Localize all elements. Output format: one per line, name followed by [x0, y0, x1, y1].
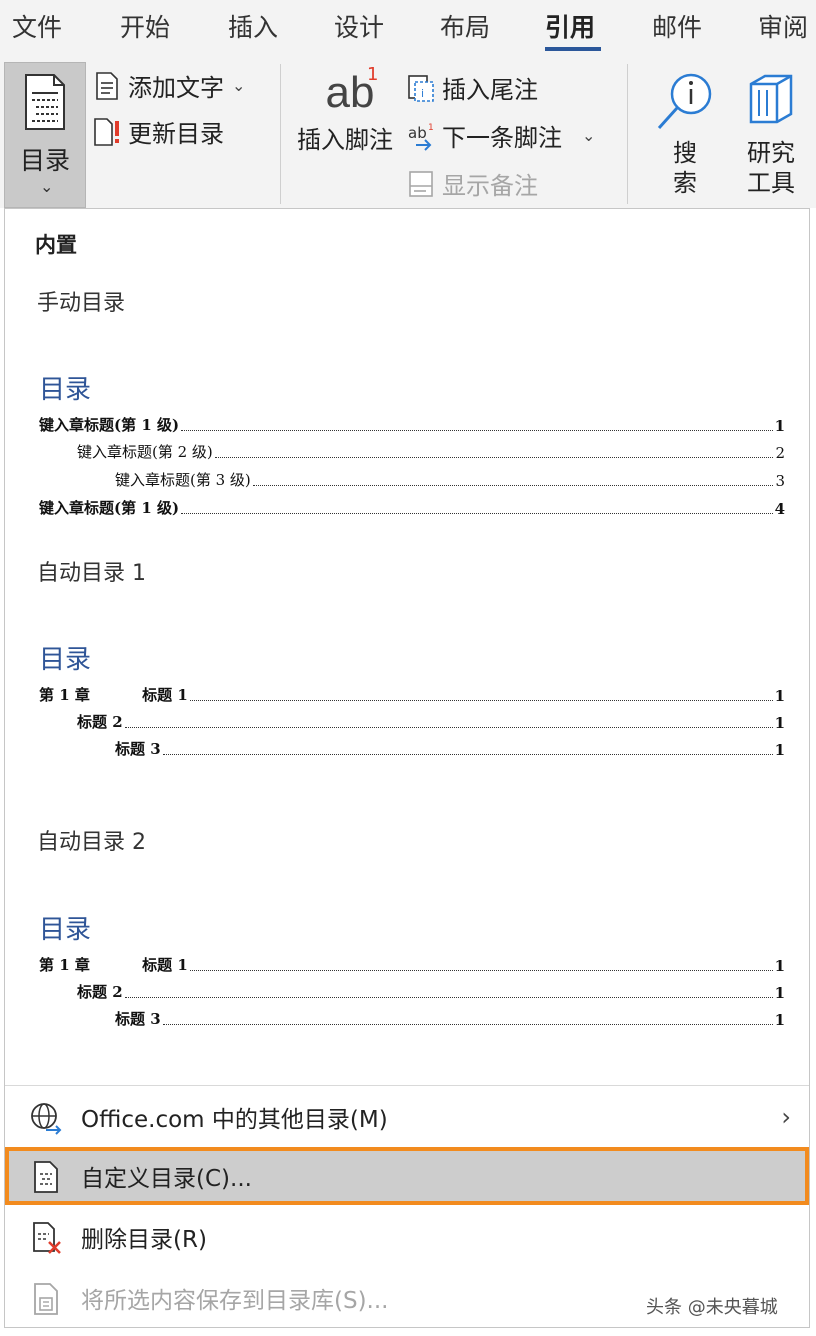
tab-mailings[interactable]: 邮件: [652, 8, 702, 44]
endnote-icon: i: [406, 73, 436, 103]
tab-references[interactable]: 引用: [545, 8, 595, 44]
ribbon: 目录 ⌄ 添加文字 ⌄ 更新目录 ab 1 插入脚注 i 插入尾注 ab 1 下…: [0, 56, 816, 208]
chevron-right-icon: ›: [781, 1103, 791, 1131]
remove-toc-menu-item[interactable]: 删除目录(R): [5, 1208, 809, 1266]
tab-home[interactable]: 开始: [120, 8, 170, 44]
toc-preview-heading: 目录: [39, 645, 92, 675]
toc-preview-line: 键入章标题(第 3 级) 3: [115, 471, 785, 490]
toc-preview-heading: 目录: [39, 375, 92, 405]
add-text-icon: [92, 71, 122, 101]
search-icon: [650, 70, 720, 138]
gallery-title-auto-1: 自动目录 1: [37, 561, 146, 586]
tab-review[interactable]: 审阅: [758, 8, 808, 44]
next-footnote-label: 下一条脚注: [442, 124, 562, 152]
insert-footnote-button[interactable]: ab 1 插入脚注: [297, 64, 400, 155]
tab-file[interactable]: 文件: [12, 8, 62, 44]
footnote-superscript: 1: [367, 64, 379, 85]
toc-dropdown-panel: 内置 手动目录 目录 键入章标题(第 1 级) 1 键入章标题(第 2 级) 2 键…: [4, 208, 810, 1328]
svg-text:i: i: [421, 87, 424, 100]
search-label-bottom: 索: [673, 169, 697, 197]
update-toc-icon: [92, 117, 122, 147]
add-text-button[interactable]: 添加文字 ⌄: [92, 68, 245, 103]
update-toc-label: 更新目录: [128, 120, 224, 148]
ribbon-tab-bar: 文件 开始 插入 设计 布局 引用 邮件 审阅: [0, 0, 816, 56]
toc-preview-line: 标题 21: [77, 983, 785, 1002]
toc-preview-line: 标题 31: [115, 1010, 785, 1029]
insert-endnote-button[interactable]: i 插入尾注: [406, 70, 538, 105]
books-icon: [740, 70, 802, 138]
active-tab-indicator: [545, 47, 601, 51]
ribbon-group-separator: [627, 64, 628, 204]
toc-preview-line: 键入章标题(第 1 级) 1: [39, 416, 785, 435]
toc-preview-line: 键入章标题(第 2 级) 2: [77, 443, 785, 462]
svg-text:ab: ab: [408, 124, 427, 142]
toc-preview-line: 第 1 章 标题 11: [39, 686, 785, 705]
remove-toc-label: 删除目录(R): [81, 1227, 207, 1253]
research-label-top: 研究: [747, 139, 795, 167]
chevron-down-icon: ⌄: [232, 76, 246, 95]
custom-toc-label: 自定义目录(C)...: [81, 1166, 252, 1192]
insert-endnote-label: 插入尾注: [442, 76, 538, 104]
watermark: 头条 @未央暮城: [646, 1297, 778, 1318]
researcher-button[interactable]: 研究 工具: [740, 70, 802, 198]
save-selection-label: 将所选内容保存到目录库(S)...: [81, 1288, 389, 1314]
toc-preview-heading: 目录: [39, 915, 92, 945]
toc-preview-line: 键入章标题(第 1 级) 4: [39, 499, 785, 518]
save-to-gallery-icon: [29, 1282, 63, 1316]
search-button[interactable]: 搜 索: [650, 70, 720, 198]
show-notes-icon: [406, 169, 436, 199]
add-text-label: 添加文字: [128, 74, 224, 102]
tab-insert[interactable]: 插入: [228, 8, 278, 44]
tab-design[interactable]: 设计: [334, 8, 384, 44]
tab-layout[interactable]: 布局: [440, 8, 490, 44]
custom-toc-icon: [29, 1160, 63, 1194]
show-notes-label: 显示备注: [442, 172, 538, 200]
toc-button-label: 目录: [19, 146, 70, 175]
next-footnote-icon: ab 1: [406, 121, 436, 151]
toc-preview-line: 标题 31: [115, 740, 785, 759]
search-label-top: 搜: [673, 139, 697, 167]
gallery-title-manual: 手动目录: [37, 291, 126, 316]
globe-icon: [29, 1101, 63, 1135]
toc-preview-line: 标题 21: [77, 713, 785, 732]
gallery-title-auto-2: 自动目录 2: [37, 830, 146, 855]
custom-toc-menu-item[interactable]: 自定义目录(C)...: [5, 1147, 809, 1205]
remove-toc-icon: [29, 1221, 63, 1255]
toc-preview-line: 第 1 章 标题 11: [39, 956, 785, 975]
show-notes-button[interactable]: 显示备注: [406, 166, 538, 201]
toc-document-icon: [23, 73, 67, 135]
update-toc-button[interactable]: 更新目录: [92, 114, 224, 149]
more-office-toc-menu-item[interactable]: Office.com 中的其他目录(M) ›: [5, 1088, 809, 1146]
insert-footnote-label: 插入脚注: [297, 126, 393, 154]
more-office-toc-label: Office.com 中的其他目录(M): [81, 1107, 388, 1133]
toc-button[interactable]: 目录 ⌄: [4, 62, 86, 208]
menu-divider: [5, 1085, 809, 1086]
chevron-down-icon: ⌄: [40, 177, 54, 196]
chevron-down-icon[interactable]: ⌄: [582, 126, 595, 145]
ribbon-group-separator: [280, 64, 281, 204]
research-label-bottom: 工具: [747, 169, 795, 197]
section-heading-builtin: 内置: [35, 233, 77, 257]
next-footnote-button[interactable]: ab 1 下一条脚注 ⌄: [406, 118, 595, 153]
svg-text:1: 1: [428, 123, 434, 133]
